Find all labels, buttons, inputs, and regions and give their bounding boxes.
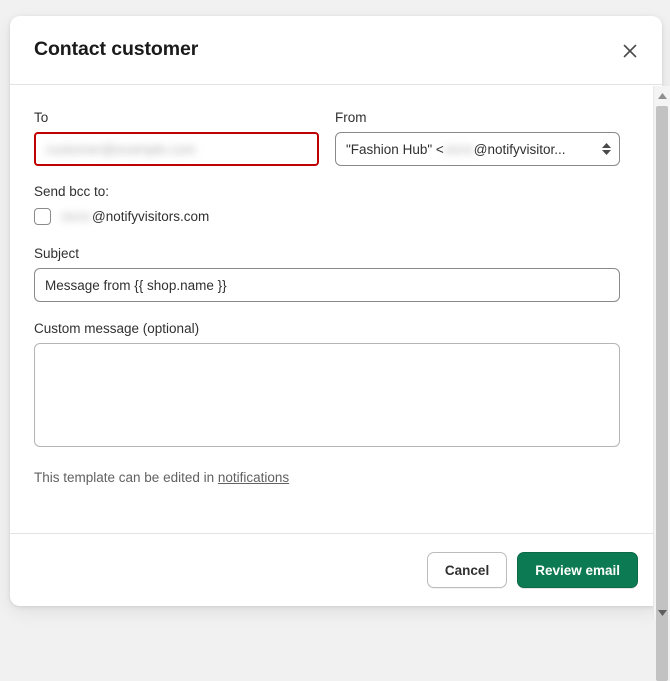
bcc-checkbox[interactable] — [34, 208, 51, 225]
from-select[interactable]: "Fashion Hub" <store@notifyvisitor... — [335, 132, 620, 166]
bcc-label: Send bcc to: — [34, 184, 620, 199]
notifications-link[interactable]: notifications — [218, 470, 289, 485]
close-button[interactable] — [614, 35, 646, 67]
to-input-wrapper[interactable] — [34, 132, 319, 166]
recipient-row: To From "Fashion Hub" <store@notifyvisit… — [34, 109, 620, 184]
vertical-scrollbar[interactable] — [653, 86, 670, 620]
cancel-button[interactable]: Cancel — [427, 552, 507, 588]
subject-input[interactable] — [34, 268, 620, 302]
from-value-redacted: store — [444, 142, 474, 157]
contact-customer-modal: Contact customer To From "Fashion Hub" <… — [10, 16, 662, 606]
template-help-text: This template can be edited in notificat… — [34, 470, 620, 485]
message-label: Custom message (optional) — [34, 320, 620, 338]
from-value-suffix: @notifyvisitor... — [474, 142, 566, 157]
scrollbar-up-button[interactable] — [654, 86, 670, 103]
to-label: To — [34, 109, 319, 127]
from-field-group: From "Fashion Hub" <store@notifyvisitor.… — [335, 109, 620, 166]
bcc-row[interactable]: store@notifyvisitors.com — [34, 208, 620, 225]
modal-footer: Cancel Review email — [10, 533, 662, 606]
to-input[interactable] — [36, 134, 317, 164]
bcc-email: store@notifyvisitors.com — [61, 209, 209, 224]
close-icon — [621, 42, 639, 60]
help-text-label: This template can be edited in — [34, 470, 214, 485]
subject-label: Subject — [34, 245, 620, 263]
custom-message-textarea[interactable] — [34, 343, 620, 447]
modal-header: Contact customer — [10, 16, 662, 85]
to-field-group: To — [34, 109, 319, 166]
from-value-prefix: "Fashion Hub" < — [346, 142, 444, 157]
subject-field-group: Subject — [34, 245, 620, 302]
page-title: Contact customer — [34, 38, 198, 61]
triangle-down-icon — [658, 603, 667, 621]
scrollbar-down-button[interactable] — [654, 603, 670, 620]
message-field-group: Custom message (optional) — [34, 320, 620, 452]
bcc-email-redacted: store — [61, 209, 91, 224]
triangle-up-icon — [658, 86, 667, 104]
review-email-button[interactable]: Review email — [517, 552, 638, 588]
modal-body: To From "Fashion Hub" <store@notifyvisit… — [10, 85, 644, 464]
select-stepper-icon — [602, 143, 611, 155]
scrollbar-thumb[interactable] — [656, 106, 668, 681]
bcc-email-domain: @notifyvisitors.com — [92, 209, 209, 224]
from-label: From — [335, 109, 620, 127]
